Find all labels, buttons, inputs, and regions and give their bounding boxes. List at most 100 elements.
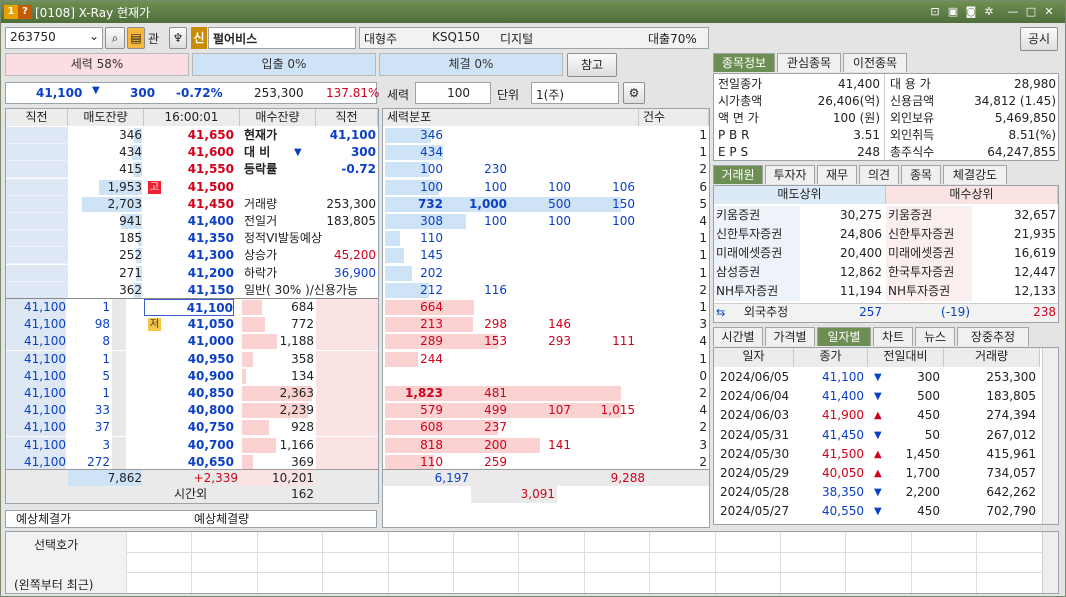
sector-name: 디지털 — [500, 32, 534, 46]
sell-broker: 키움증권 — [716, 208, 761, 222]
dist-v1: 244 — [420, 351, 443, 366]
trade-scroll[interactable] — [112, 299, 126, 316]
ask-price[interactable]: 41,200 — [144, 265, 234, 282]
tab-broker[interactable]: 거래원 — [713, 165, 763, 184]
tab-news[interactable]: 뉴스 — [915, 327, 955, 346]
dist-count: 1 — [699, 128, 707, 142]
dist-v4 — [571, 368, 635, 385]
bid-price[interactable]: 40,950 — [144, 351, 234, 368]
dropdown-icon[interactable]: ⌄ — [87, 29, 101, 47]
save-icon[interactable]: ▣ — [945, 4, 961, 20]
daily-date: 2024/05/28 — [720, 485, 790, 500]
ask-price[interactable]: 41,600 — [144, 144, 234, 161]
reference-button[interactable]: 참고 — [567, 53, 617, 77]
exec-bar: 체결 0% — [379, 53, 563, 76]
dist-v3: 107 — [548, 403, 571, 418]
trade-scroll[interactable] — [112, 350, 126, 368]
tab-strength[interactable]: 체결강도 — [943, 165, 1007, 184]
bid-price[interactable]: 41,050 — [144, 316, 234, 333]
ask-price[interactable]: 41,450 — [144, 196, 234, 213]
power-distribution: 세력분포 건수 346 1 434 1 100 230 2 100 100 100 106 6 732 1… — [382, 108, 710, 528]
unit-select[interactable]: 1(주) — [531, 82, 619, 104]
bottom-scrollbar[interactable] — [1042, 532, 1058, 593]
tab-recent[interactable]: 이전종목 — [843, 53, 907, 72]
info-label: 상승가 — [244, 248, 278, 263]
dist-v3 — [507, 368, 571, 385]
trade-scroll[interactable] — [112, 316, 126, 334]
camera-icon[interactable]: ◙ — [963, 4, 979, 20]
bid-price[interactable]: 41,100 — [144, 299, 234, 316]
help-icon[interactable]: 1 — [4, 5, 18, 19]
minimize-button[interactable]: — — [1005, 4, 1021, 20]
ask-price[interactable]: 41,550 — [144, 161, 234, 178]
grid-col — [910, 532, 912, 593]
bid-price[interactable]: 40,900 — [144, 368, 234, 385]
bid-qty: 1,166 — [279, 437, 314, 452]
bell-icon[interactable]: ♆ — [169, 27, 187, 49]
tab-time[interactable]: 시간별 — [713, 327, 763, 346]
grid-col — [256, 532, 258, 593]
tab-investor[interactable]: 투자자 — [765, 165, 815, 184]
tab-watchlist[interactable]: 관심종목 — [777, 53, 841, 72]
swap-icon[interactable]: ⇆ — [716, 304, 725, 321]
time-header: 16:00:01 — [144, 109, 240, 126]
up-arrow-icon: ▲ — [874, 410, 882, 422]
ask-prev-cell — [6, 247, 68, 265]
dist-v3: 293 — [548, 334, 571, 349]
trade-scroll[interactable] — [112, 333, 126, 351]
grid-col — [845, 532, 847, 593]
daily-close: 40,550 — [822, 504, 864, 519]
main-window: 1 ? [0108] X-Ray 현재가 ⊡ ▣ ◙ ✲ — □ ✕ 26375… — [0, 0, 1066, 597]
tab-finance[interactable]: 재무 — [817, 165, 857, 184]
tab-item[interactable]: 종목 — [901, 165, 941, 184]
daily-scrollbar[interactable] — [1042, 348, 1058, 524]
bid-price[interactable]: 40,750 — [144, 419, 234, 436]
settings-icon[interactable]: ✲ — [981, 4, 997, 20]
ask-price[interactable]: 41,150 — [144, 282, 234, 299]
question-icon[interactable]: ? — [18, 5, 32, 19]
trade-scroll[interactable] — [112, 436, 126, 454]
date-header: 일자 — [714, 348, 794, 367]
calendar-icon[interactable]: ▤ — [127, 27, 145, 49]
dist-v4 — [571, 247, 635, 264]
sell-top-header: 매도상위 — [714, 186, 886, 204]
tab-price[interactable]: 가격별 — [765, 327, 815, 346]
search-icon[interactable]: ⌕ — [105, 27, 125, 49]
power-stepper[interactable]: 100 — [415, 82, 491, 104]
tab-daily[interactable]: 일자별 — [817, 327, 871, 346]
bid-price[interactable]: 40,700 — [144, 437, 234, 454]
ask-price[interactable]: 41,300 — [144, 247, 234, 264]
trade-scroll[interactable] — [112, 402, 126, 420]
gwan-label[interactable]: 관 — [148, 30, 159, 47]
tab-intraday[interactable]: 장중추정 — [957, 327, 1029, 346]
ask-price[interactable]: 41,500 — [144, 179, 234, 196]
bid-price[interactable]: 40,800 — [144, 402, 234, 419]
ask-price[interactable]: 41,400 — [144, 213, 234, 230]
trade-price: 41,100 — [6, 402, 66, 420]
tab-stock-info[interactable]: 종목정보 — [713, 53, 775, 72]
link-icon[interactable]: ⊡ — [927, 4, 943, 20]
ask-price[interactable]: 41,350 — [144, 230, 234, 247]
close-button[interactable]: ✕ — [1041, 4, 1057, 20]
gear-icon[interactable]: ⚙ — [623, 82, 645, 104]
dist-v4: 100 — [612, 214, 635, 228]
trade-scroll[interactable] — [112, 385, 126, 402]
tab-opinion[interactable]: 의견 — [859, 165, 899, 184]
bid-price[interactable]: 41,000 — [144, 333, 234, 350]
trade-price: 41,100 — [6, 419, 66, 437]
trade-scroll[interactable] — [112, 419, 126, 437]
sell-qty: 12,862 — [840, 265, 882, 279]
stock-code-value: 263750 — [10, 30, 56, 44]
maximize-button[interactable]: □ — [1023, 4, 1039, 20]
ask-qty: 415 — [119, 162, 142, 177]
ask-price[interactable]: 41,650 — [144, 127, 234, 144]
trade-scroll[interactable] — [112, 367, 126, 385]
bid-price[interactable]: 40,850 — [144, 385, 234, 402]
trade-price: 41,100 — [6, 385, 66, 402]
ask-qty: 185 — [119, 231, 142, 246]
down-arrow-icon: ▼ — [874, 429, 882, 441]
expected-qty-label: 예상체결량 — [194, 512, 250, 526]
tab-chart[interactable]: 차트 — [873, 327, 913, 346]
dist-v3 — [507, 144, 571, 161]
notice-button[interactable]: 공시 — [1020, 27, 1058, 51]
